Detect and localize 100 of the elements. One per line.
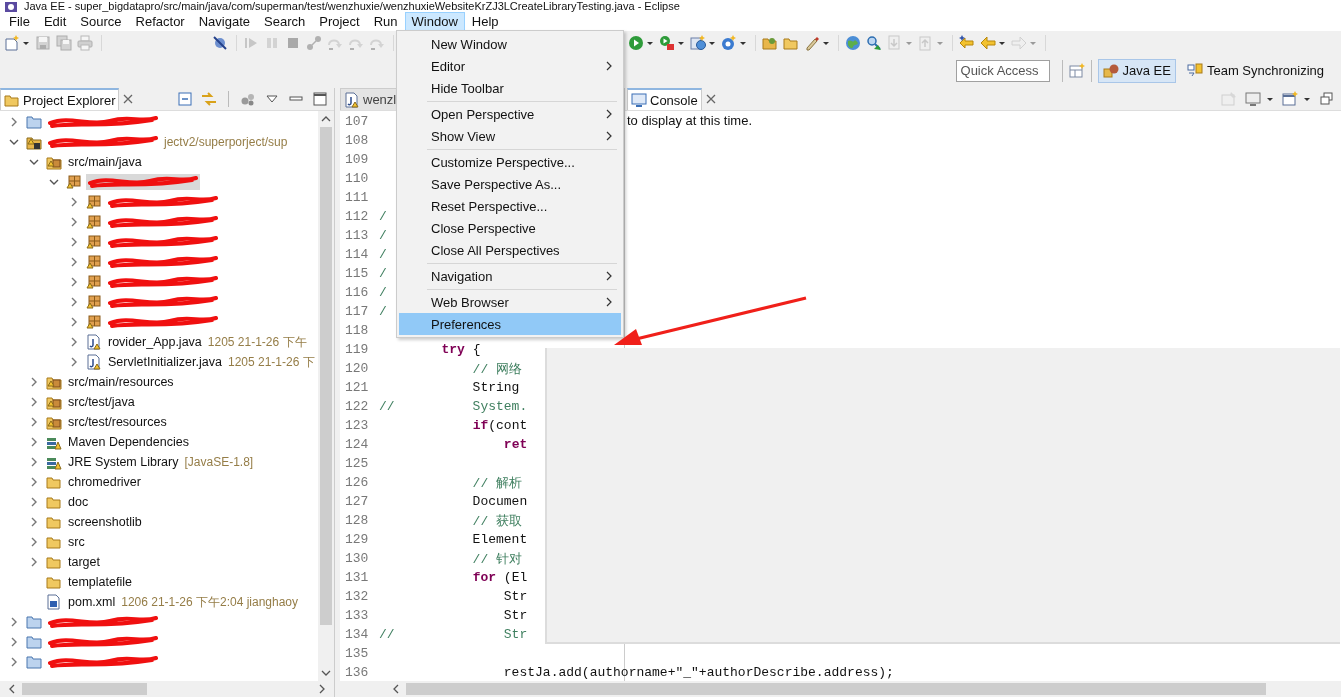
tree-item[interactable]: ServletInitializer.java xyxy=(106,353,224,371)
horizontal-scrollbar[interactable] xyxy=(0,681,334,697)
collapse-all-icon[interactable] xyxy=(177,91,193,107)
tree-item[interactable]: screenshotlib xyxy=(66,513,144,531)
folder-icon[interactable] xyxy=(783,35,799,51)
menu-item[interactable]: Hide Toolbar xyxy=(399,77,621,99)
code-line: // Str xyxy=(379,627,528,642)
team-sync-icon xyxy=(1186,62,1203,79)
tree-item[interactable]: pom.xml xyxy=(66,593,118,611)
view-tab[interactable]: Console xyxy=(627,88,702,110)
folder-icon[interactable] xyxy=(762,35,778,51)
java-ee-icon xyxy=(1102,62,1119,79)
line-number: 136 xyxy=(345,665,370,680)
quick-access-field[interactable]: Quick Access xyxy=(955,59,1050,82)
line-number: 121 xyxy=(345,380,370,395)
package-icon xyxy=(86,294,102,310)
search-icon[interactable] xyxy=(866,35,882,51)
folder-icon xyxy=(46,574,62,590)
line-number: 124 xyxy=(345,437,370,452)
tree-item[interactable]: doc xyxy=(66,493,91,511)
line-number: 114 xyxy=(345,247,370,262)
package-icon xyxy=(66,174,82,190)
menu-item[interactable]: Search xyxy=(257,12,313,31)
line-number: 110 xyxy=(345,171,370,186)
menu-item[interactable]: Source xyxy=(73,12,129,31)
tree-item[interactable]: JRE System Library xyxy=(66,453,181,471)
menu-item[interactable]: Show View xyxy=(399,125,621,147)
tree-item[interactable]: Maven Dependencies xyxy=(66,433,191,451)
package-icon xyxy=(86,194,102,210)
code-line: // 网络 xyxy=(471,360,523,378)
menu-item[interactable]: File xyxy=(2,12,37,31)
code-line: / xyxy=(379,285,387,300)
filter-icon[interactable] xyxy=(240,91,256,107)
tree-item-decoration: [JavaSE-1.8] xyxy=(184,455,254,469)
tree-item[interactable]: src/test/java xyxy=(66,393,137,411)
last-edit-arrow-icon[interactable] xyxy=(959,35,975,51)
tree-item[interactable]: target xyxy=(66,553,102,571)
menu-item[interactable]: Close All Perspectives xyxy=(399,239,621,261)
tree-item[interactable]: chromedriver xyxy=(66,473,143,491)
menu-item[interactable]: Save Perspective As... xyxy=(399,173,621,195)
tree-item[interactable]: src/main/resources xyxy=(66,373,176,391)
new-console-icon[interactable] xyxy=(1282,91,1298,107)
line-number: 118 xyxy=(345,323,370,338)
back-arrow-icon[interactable] xyxy=(980,35,1006,51)
menu-item[interactable]: Web Browser xyxy=(399,291,621,313)
tree-item-decoration: 1205 21-1-26 下 xyxy=(227,353,315,371)
menu-item[interactable]: Editor xyxy=(399,55,621,77)
restore-icon[interactable] xyxy=(1319,91,1335,107)
tree-item[interactable]: src/main/java xyxy=(66,153,144,171)
tree-item[interactable]: templatefile xyxy=(66,573,134,591)
tree-item[interactable]: rovider_App.java xyxy=(106,333,204,351)
folder-icon xyxy=(46,494,62,510)
menu-item[interactable]: Reset Perspective... xyxy=(399,195,621,217)
code-line: restJa.add(authorname+"_"+authorDescribe.address); xyxy=(502,665,894,680)
vertical-scrollbar[interactable] xyxy=(318,111,334,681)
pen-icon[interactable] xyxy=(804,35,830,51)
closed-project-icon xyxy=(26,654,42,670)
menu-item[interactable]: Open Perspective xyxy=(399,103,621,125)
tree-item[interactable]: src/test/resources xyxy=(66,413,169,431)
open-perspective-icon[interactable] xyxy=(1068,62,1085,79)
line-number: 131 xyxy=(345,570,370,585)
menu-item[interactable]: Navigate xyxy=(191,12,257,31)
console-icon xyxy=(631,92,647,108)
run-configuration-icon[interactable] xyxy=(659,35,685,51)
code-line: / xyxy=(379,209,387,224)
slashed-breakpoint-icon[interactable] xyxy=(212,35,228,51)
menu-item[interactable]: Edit xyxy=(36,12,74,31)
line-number: 107 xyxy=(345,114,370,129)
project-icon xyxy=(26,134,42,150)
line-number: 113 xyxy=(345,228,370,243)
menu-item[interactable]: New Window xyxy=(399,33,621,55)
globe-icon[interactable] xyxy=(845,35,861,51)
view-tab[interactable]: Project Explorer xyxy=(0,88,120,110)
menu-item[interactable]: Close Perspective xyxy=(399,217,621,239)
line-number: 123 xyxy=(345,418,370,433)
menu-item[interactable]: Customize Perspective... xyxy=(399,151,621,173)
menu-item[interactable]: Navigation xyxy=(399,265,621,287)
new-file-icon[interactable] xyxy=(4,35,30,51)
menu-item[interactable]: Run xyxy=(366,12,405,31)
menu-item[interactable]: Preferences xyxy=(399,313,621,335)
maximize-icon[interactable] xyxy=(312,91,328,107)
code-line: Element xyxy=(471,532,528,547)
code-line: // 针对 xyxy=(471,550,523,568)
new-class-icon[interactable] xyxy=(721,35,747,51)
java-file-icon xyxy=(86,354,102,370)
menu-item[interactable]: Project xyxy=(312,12,367,31)
run-icon[interactable] xyxy=(628,35,654,51)
menu-item[interactable]: Refactor xyxy=(128,12,192,31)
server-globe-icon[interactable] xyxy=(690,35,716,51)
tree-item[interactable]: src xyxy=(66,533,87,551)
folder-icon xyxy=(46,534,62,550)
line-number: 134 xyxy=(345,627,370,642)
line-number: 127 xyxy=(345,494,370,509)
perspective-button[interactable]: Team Synchronizing xyxy=(1181,58,1329,83)
menu-item[interactable]: Window xyxy=(404,12,465,31)
perspective-button[interactable]: Java EE xyxy=(1097,58,1176,83)
line-number: 128 xyxy=(345,513,370,528)
menu-item[interactable]: Help xyxy=(464,12,506,31)
display-icon[interactable] xyxy=(1245,91,1261,107)
source-folder-icon xyxy=(46,374,62,390)
